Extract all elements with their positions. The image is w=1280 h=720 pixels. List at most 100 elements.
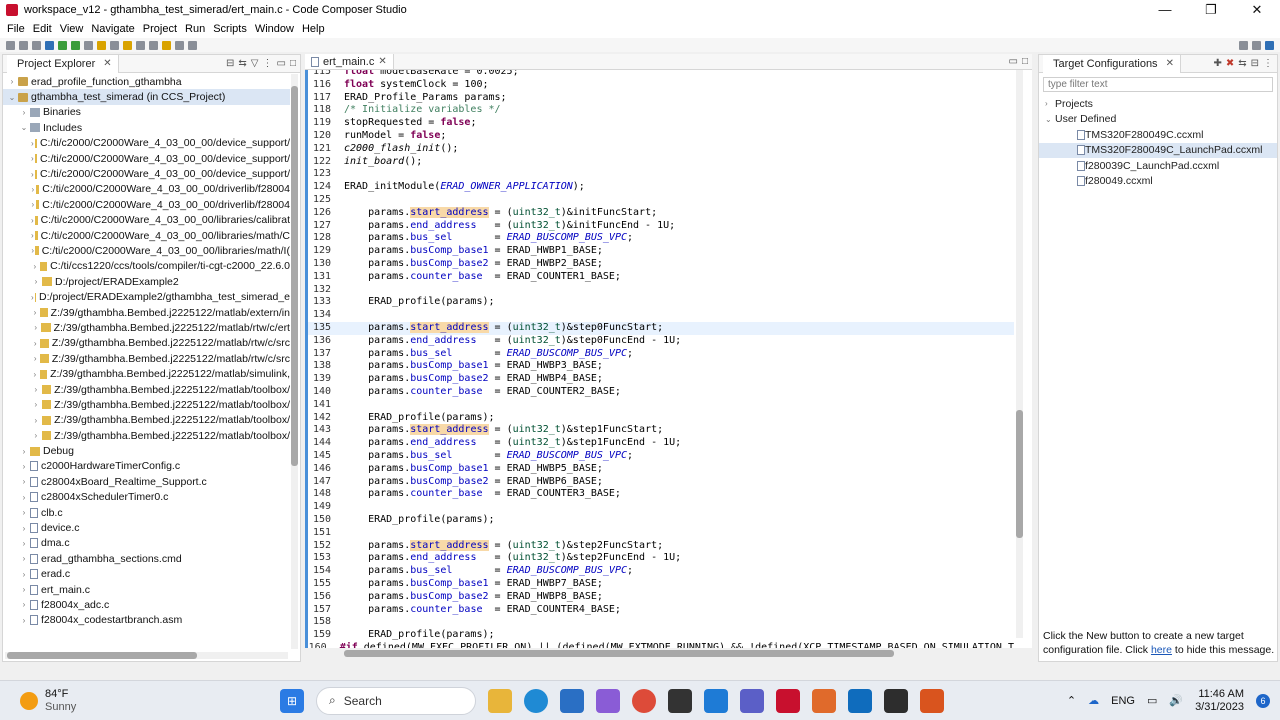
chevron-right-icon[interactable]: ›	[31, 246, 34, 255]
menu-project[interactable]: Project	[143, 23, 177, 35]
scrollbar-thumb[interactable]	[291, 86, 298, 466]
code-line[interactable]: 144 params.end_address = (uint32_t)&step…	[308, 437, 1014, 450]
last-edit-icon[interactable]	[162, 40, 171, 50]
build-icon[interactable]	[58, 40, 67, 50]
scrollbar-thumb[interactable]	[344, 650, 894, 657]
code-line[interactable]: 152 params.start_address = (uint32_t)&st…	[308, 539, 1014, 553]
tree-item[interactable]: › c2000HardwareTimerConfig.c	[3, 459, 290, 474]
chevron-right-icon[interactable]: ›	[31, 308, 39, 317]
menu-scripts[interactable]: Scripts	[213, 23, 247, 35]
chevron-right-icon[interactable]: ›	[19, 524, 29, 533]
search-toolbar-icon[interactable]	[110, 40, 119, 50]
chevron-right-icon[interactable]: ›	[31, 262, 39, 271]
taskbar-search[interactable]: ⌕ Search	[316, 686, 476, 715]
code-line[interactable]: 160 #if defined(MW_EXEC_PROFILER_ON) || (…	[308, 642, 1014, 648]
chevron-right-icon[interactable]: ›	[31, 400, 41, 409]
code-line[interactable]: 119 stopRequested = false;	[308, 117, 1014, 130]
project-horizontal-scrollbar[interactable]	[5, 652, 288, 659]
code-editor[interactable]: 115 float modelBaseRate = 0.0025; 116 float…	[305, 70, 1032, 648]
volume-icon[interactable]: 🔊	[1169, 694, 1183, 707]
tree-item[interactable]: › Binaries	[3, 105, 290, 120]
chevron-right-icon[interactable]: ›	[19, 508, 29, 517]
tree-item[interactable]: › Z:/39/gthambha.Bembed.j2225122/matlab/t…	[3, 428, 290, 443]
view-menu-icon[interactable]: ⋮	[1263, 58, 1273, 69]
tree-item[interactable]: › C:/ti/c2000/C2000Ware_4_03_00_00/device…	[3, 166, 290, 181]
chevron-right-icon[interactable]: ›	[19, 539, 29, 548]
tree-item[interactable]: › f28004x_adc.c	[3, 597, 290, 612]
code-line[interactable]: 156 params.busComp_base2 = ERAD_HWBP8_BA…	[308, 591, 1014, 604]
chevron-down-icon[interactable]: ⌄	[19, 123, 29, 132]
tools-icon[interactable]	[97, 40, 106, 50]
tree-item[interactable]: › Z:/39/gthambha.Bembed.j2225122/matlab/t…	[3, 413, 290, 428]
network-icon[interactable]: ▭	[1147, 694, 1157, 707]
code-line[interactable]: 116 float systemClock = 100;	[308, 79, 1014, 92]
config-item[interactable]: TMS320F280049C.ccxml	[1039, 127, 1277, 143]
tree-item[interactable]: › C:/ti/c2000/C2000Ware_4_03_00_00/driver…	[3, 182, 290, 197]
tab-ert-main[interactable]: ert_main.c ✕	[305, 54, 394, 69]
menu-help[interactable]: Help	[302, 23, 325, 35]
tree-item[interactable]: › Z:/39/gthambha.Bembed.j2225122/matlab/r…	[3, 336, 290, 351]
file-explorer-icon[interactable]	[488, 688, 512, 713]
code-line[interactable]: 141	[308, 399, 1014, 412]
chevron-right-icon[interactable]: ›	[31, 154, 34, 163]
matlab-icon[interactable]	[812, 688, 836, 713]
teams-icon[interactable]	[740, 688, 764, 713]
chevron-right-icon[interactable]: ›	[19, 585, 29, 594]
chevron-right-icon[interactable]: ›	[19, 600, 29, 609]
scrollbar-thumb[interactable]	[7, 652, 197, 659]
tree-item[interactable]: › C:/ti/c2000/C2000Ware_4_03_00_00/librar…	[3, 243, 290, 258]
menu-view[interactable]: View	[60, 23, 84, 35]
code-line[interactable]: 130 params.busComp_base2 = ERAD_HWBP2_BA…	[308, 258, 1014, 271]
code-line[interactable]: 151	[308, 527, 1014, 540]
code-line[interactable]: 123	[308, 168, 1014, 181]
tree-item[interactable]: › Z:/39/gthambha.Bembed.j2225122/matlab/e…	[3, 305, 290, 320]
chevron-down-icon[interactable]: ⌄	[7, 93, 17, 102]
code-line[interactable]: 148 params.counter_base = ERAD_COUNTER3_…	[308, 488, 1014, 501]
editor-vertical-scrollbar[interactable]	[1016, 70, 1023, 638]
code-line[interactable]: 143 params.start_address = (uint32_t)&st…	[308, 424, 1014, 437]
code-line[interactable]: 136 params.end_address = (uint32_t)&step…	[308, 335, 1014, 348]
tree-item[interactable]: › Z:/39/gthambha.Bembed.j2225122/matlab/r…	[3, 320, 290, 335]
chevron-right-icon[interactable]: ›	[31, 200, 35, 209]
filter-input[interactable]: type filter text	[1043, 77, 1273, 92]
chevron-right-icon[interactable]: ›	[1045, 99, 1055, 108]
tree-item[interactable]: › C:/ti/c2000/C2000Ware_4_03_00_00/librar…	[3, 228, 290, 243]
maximize-view-icon[interactable]: □	[290, 58, 296, 69]
menu-edit[interactable]: Edit	[33, 23, 52, 35]
chevron-right-icon[interactable]: ›	[19, 493, 29, 502]
tree-item[interactable]: › Z:/39/gthambha.Bembed.j2225122/matlab/t…	[3, 397, 290, 412]
project-vertical-scrollbar[interactable]	[291, 74, 298, 649]
filter-icon[interactable]: ▽	[251, 58, 259, 69]
code-line[interactable]: 159 ERAD_profile(params);	[308, 629, 1014, 642]
tree-item[interactable]: › C:/ti/c2000/C2000Ware_4_03_00_00/device…	[3, 151, 290, 166]
tree-item[interactable]: › Z:/39/gthambha.Bembed.j2225122/matlab/s…	[3, 366, 290, 381]
code-line[interactable]: 158	[308, 616, 1014, 629]
menu-navigate[interactable]: Navigate	[91, 23, 134, 35]
code-line[interactable]: 134	[308, 309, 1014, 322]
tree-item[interactable]: ⌄ gthambha_test_simerad (in CCS_Project)	[3, 89, 290, 105]
tree-item[interactable]: › erad_profile_function_gthambha	[3, 74, 290, 89]
code-line[interactable]: 137 params.bus_sel = ERAD_BUSCOMP_BUS_VP…	[308, 348, 1014, 361]
minimize-view-icon[interactable]: ▭	[277, 58, 286, 69]
store-icon[interactable]	[560, 688, 584, 713]
chevron-right-icon[interactable]: ›	[19, 477, 29, 486]
chevron-up-icon[interactable]: ⌃	[1067, 694, 1076, 707]
code-line[interactable]: 153 params.end_address = (uint32_t)&step…	[308, 552, 1014, 565]
code-line[interactable]: 150 ERAD_profile(params);	[308, 514, 1014, 527]
config-item[interactable]: TMS320F280049C_LaunchPad.ccxml	[1039, 142, 1277, 158]
chevron-right-icon[interactable]: ›	[31, 385, 41, 394]
close-icon[interactable]: ✕	[1166, 58, 1174, 69]
code-line[interactable]: 117 ERAD_Profile_Params params;	[308, 92, 1014, 105]
perspective-icon[interactable]	[1252, 40, 1261, 50]
search-icon[interactable]	[1239, 40, 1248, 50]
close-button[interactable]: ✕	[1234, 0, 1280, 20]
tree-item[interactable]: › Z:/39/gthambha.Bembed.j2225122/matlab/r…	[3, 351, 290, 366]
chevron-right-icon[interactable]: ›	[31, 277, 41, 286]
chevron-right-icon[interactable]: ›	[31, 370, 39, 379]
close-icon[interactable]: ✕	[103, 58, 111, 69]
onedrive-icon[interactable]: ☁	[1088, 694, 1099, 707]
menu-window[interactable]: Window	[255, 23, 294, 35]
chevron-right-icon[interactable]: ›	[7, 77, 17, 86]
save-icon[interactable]	[19, 40, 28, 50]
tree-item[interactable]: › C:/ti/c2000/C2000Ware_4_03_00_00/driver…	[3, 197, 290, 212]
